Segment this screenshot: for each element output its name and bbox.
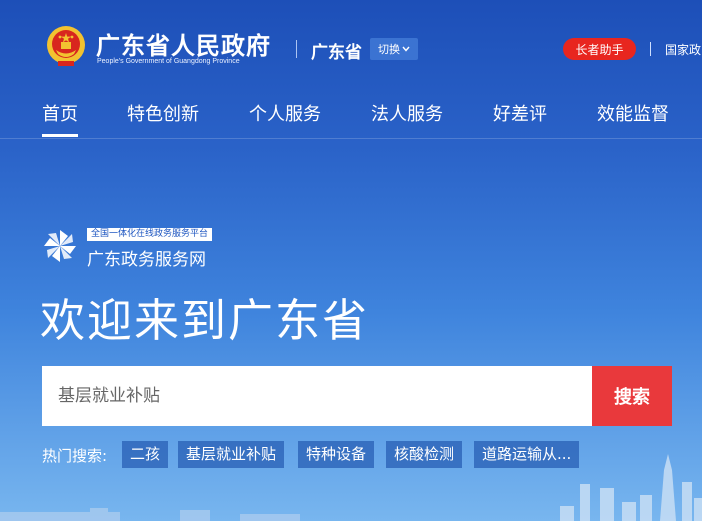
platform-logo-icon (44, 230, 76, 262)
platform-tag: 全国一体化在线政务服务平台 (87, 228, 213, 241)
city-skyline-illustration (0, 454, 702, 521)
site-title: 广东省人民政府 (96, 32, 271, 60)
nav-corporate-services[interactable]: 法人服务 (371, 100, 443, 126)
elder-assistant-button[interactable]: 长者助手 (563, 38, 636, 60)
nav-home[interactable]: 首页 (42, 100, 78, 137)
page: 广东省人民政府 People's Government of Guangdong… (0, 0, 702, 521)
search-input[interactable] (42, 366, 578, 426)
search-button[interactable]: 搜索 (592, 366, 672, 426)
switch-label: 切换 (378, 43, 400, 56)
top-header: 广东省人民政府 People's Government of Guangdong… (0, 0, 702, 90)
chevron-down-icon (402, 46, 410, 52)
platform-name: 广东政务服务网 (87, 250, 206, 270)
nav-features[interactable]: 特色创新 (127, 100, 199, 126)
nav-supervision[interactable]: 效能监督 (597, 100, 669, 126)
national-portal-link[interactable]: 国家政 (665, 41, 702, 58)
region-name: 广东省 (311, 43, 362, 63)
nav-feedback[interactable]: 好差评 (493, 100, 547, 126)
main-nav: 首页 特色创新 个人服务 法人服务 好差评 效能监督 (0, 90, 702, 139)
nav-personal-services[interactable]: 个人服务 (249, 100, 321, 126)
welcome-heading: 欢迎来到广东省 (40, 294, 370, 347)
national-emblem-icon (47, 26, 85, 66)
divider (296, 40, 297, 58)
site-subtitle: People's Government of Guangdong Provinc… (97, 58, 240, 65)
divider (650, 42, 651, 56)
search-box (42, 366, 592, 426)
switch-region-button[interactable]: 切换 (370, 38, 418, 60)
